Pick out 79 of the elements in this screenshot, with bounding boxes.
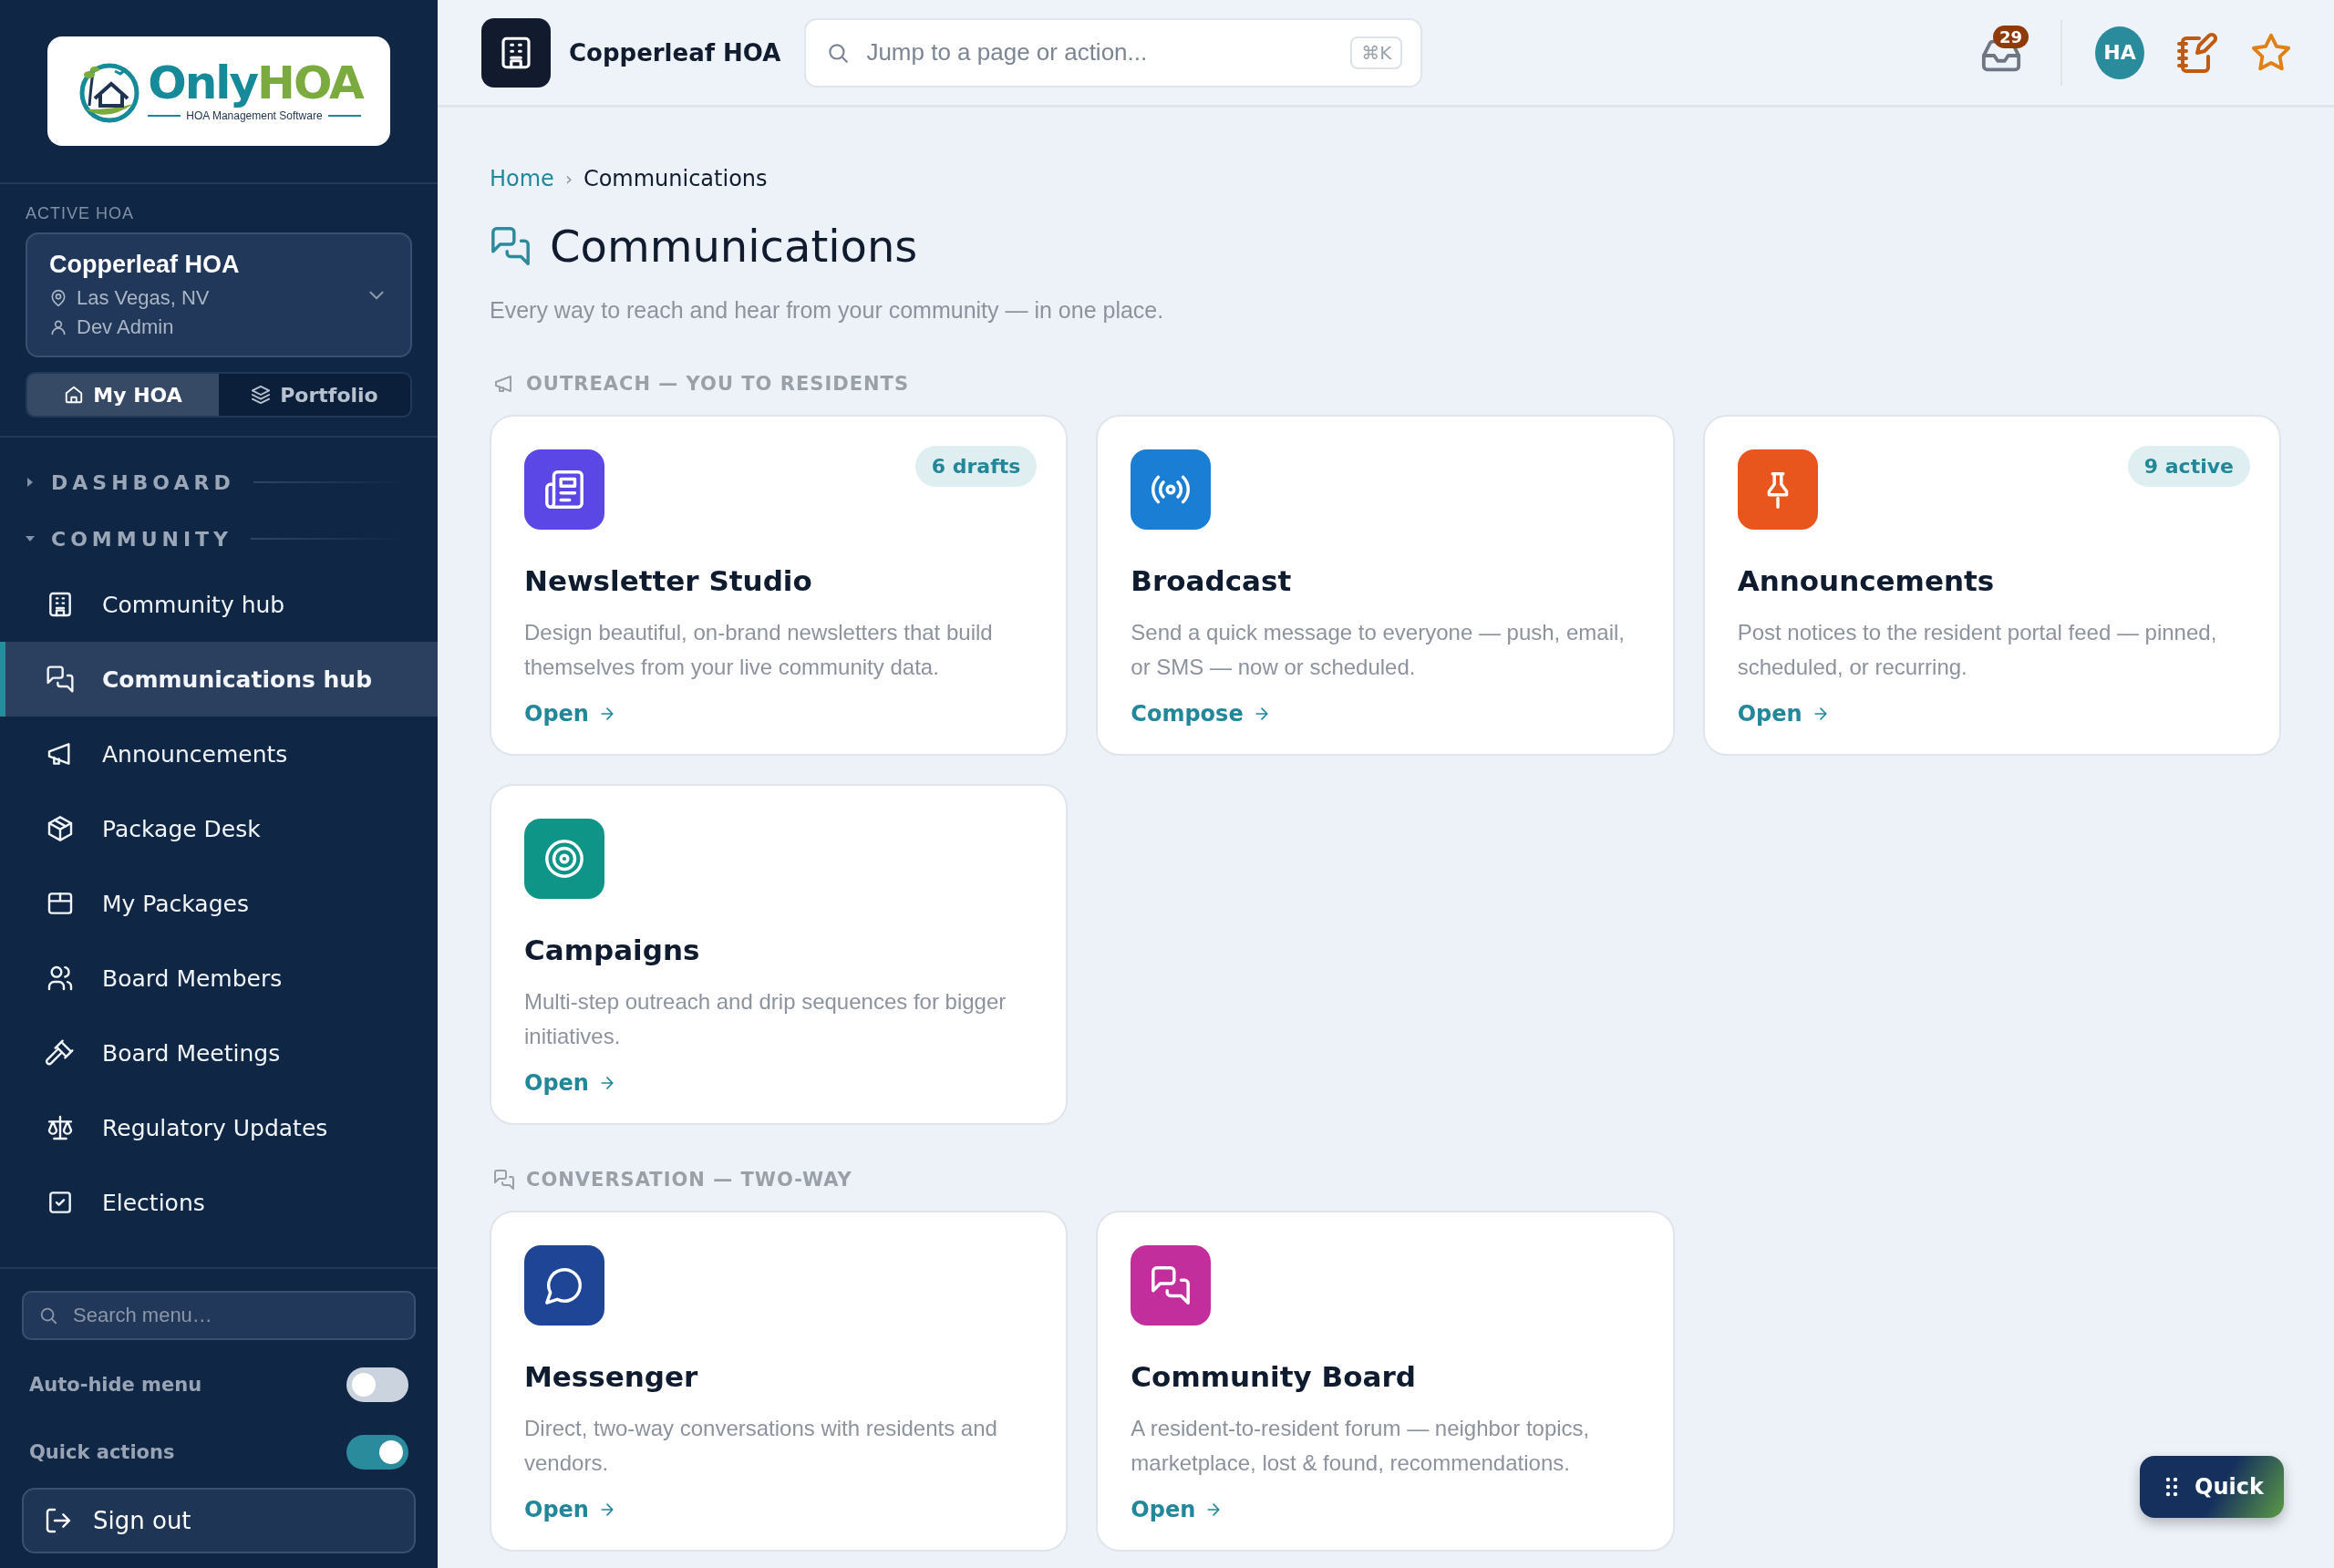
section-heading: OUTREACH — YOU TO RESIDENTS [526,373,910,395]
card-action-link[interactable]: Open [524,701,616,727]
count-badge: 9 active [2127,446,2250,487]
page-subtitle: Every way to reach and hear from your community — in one place. [490,297,1165,324]
card-action-link[interactable]: Open [524,1070,616,1096]
card-action-link[interactable]: Open [524,1497,616,1522]
expanded-caret-icon[interactable] [26,536,35,542]
quick-actions-button[interactable]: Quick [2140,1456,2284,1518]
grip-dots-icon [2165,1477,2179,1497]
card-description: Send a quick message to everyone — push, email, or SMS — now or scheduled. [1131,619,1626,681]
breadcrumb-separator: › [564,168,573,190]
logo-wordmark: OnlyHOA [148,60,363,106]
org-name: Copperleaf HOA [569,38,781,67]
nav-item[interactable]: Announcements [0,717,438,791]
nav-item[interactable]: Board Meetings [0,1016,438,1090]
package-icon [46,814,75,843]
breadcrumb-link[interactable]: Home [490,166,554,191]
hoa-location: Las Vegas, NV [77,286,210,310]
sign-out-icon [44,1506,73,1535]
toggle-switch[interactable] [346,1367,408,1402]
user-avatar[interactable]: HA [2095,26,2144,79]
layers-icon [251,385,272,405]
section-heading[interactable]: DASHBOARD [51,470,235,494]
collapsed-caret-icon[interactable] [27,478,33,487]
hoa-name: Copperleaf HOA [49,251,240,279]
nav-item[interactable]: Community hub [0,567,438,642]
count-badge: 6 drafts [914,446,1038,487]
section-label: ACTIVE HOA [26,204,136,223]
card-title: Broadcast [1131,564,1293,597]
chat-bubbles-icon [1150,1264,1193,1306]
card-description: Multi-step outreach and drip sequences for bigger initiatives. [524,988,1007,1050]
scales-icon [46,1113,75,1142]
setting-label: Auto-hide menu [29,1374,202,1396]
toggle-switch[interactable] [346,1435,408,1470]
section-heading: CONVERSATION — TWO-WAY [526,1169,852,1191]
org-tile-icon[interactable] [481,17,551,88]
nav-item[interactable]: Board Members [0,941,438,1016]
card-title: Newsletter Studio [524,564,813,597]
newspaper-icon [543,469,585,511]
nav-item[interactable]: Communications hub [0,642,438,717]
hoa-switcher[interactable]: Copperleaf HOA Las Vegas, NV Dev Admin [26,232,412,357]
card-title: Campaigns [524,934,701,966]
chat-bubbles-icon [490,225,532,267]
setting-label: Quick actions [29,1441,175,1463]
logo-tagline: HOA Management Software [148,109,363,122]
count-badge: 29 [1993,25,2029,48]
card-action-link[interactable]: Open [1131,1497,1224,1522]
logo-card[interactable]: OnlyHOA HOA Management Software [47,36,390,146]
people-icon [46,964,75,993]
location-pin-icon [49,289,67,307]
card-description: Direct, two-way conversations with residents and vendors. [524,1415,998,1477]
hoa-user: Dev Admin [77,315,174,339]
card-action-link[interactable]: Open [1737,701,1830,727]
notebook-pen-icon [2175,30,2219,75]
scope-tab[interactable]: My HOA [27,374,219,416]
sign-out-button[interactable]: Sign out [22,1488,416,1553]
target-icon [543,838,585,880]
scope-tab[interactable]: Portfolio [219,374,410,416]
card-description: A resident-to-resident forum — neighbor topics, marketplace, lost & found, recommendations. [1131,1415,1591,1477]
section-heading[interactable]: COMMUNITY [51,527,233,551]
chat-bubbles-icon [46,665,75,694]
chat-bubbles-icon [493,1169,515,1191]
card-title: Messenger [524,1360,699,1393]
nav-item[interactable]: My Packages [0,866,438,941]
gavel-icon [46,1038,75,1068]
nav-item[interactable]: Regulatory Updates [0,1090,438,1165]
person-icon [49,318,67,336]
card-title: Community Board [1131,1360,1417,1393]
menu-search-field[interactable]: Search menu… [22,1291,416,1340]
breadcrumb-current: Communications [583,166,768,191]
card-action-link[interactable]: Compose [1131,701,1271,727]
nav-item[interactable]: Elections [0,1165,438,1240]
card-description: Post notices to the resident portal feed — pinned, scheduled, or recurring. [1737,619,2218,681]
card-title: Announcements [1737,564,1996,597]
page-title: Communications [550,221,918,272]
shortcut-hint: ⌘K [1350,36,1403,69]
house-icon [64,385,85,405]
nav-item[interactable]: Package Desk [0,791,438,866]
card-description: Design beautiful, on-brand newsletters that build themselves from your live community data. [524,619,994,681]
